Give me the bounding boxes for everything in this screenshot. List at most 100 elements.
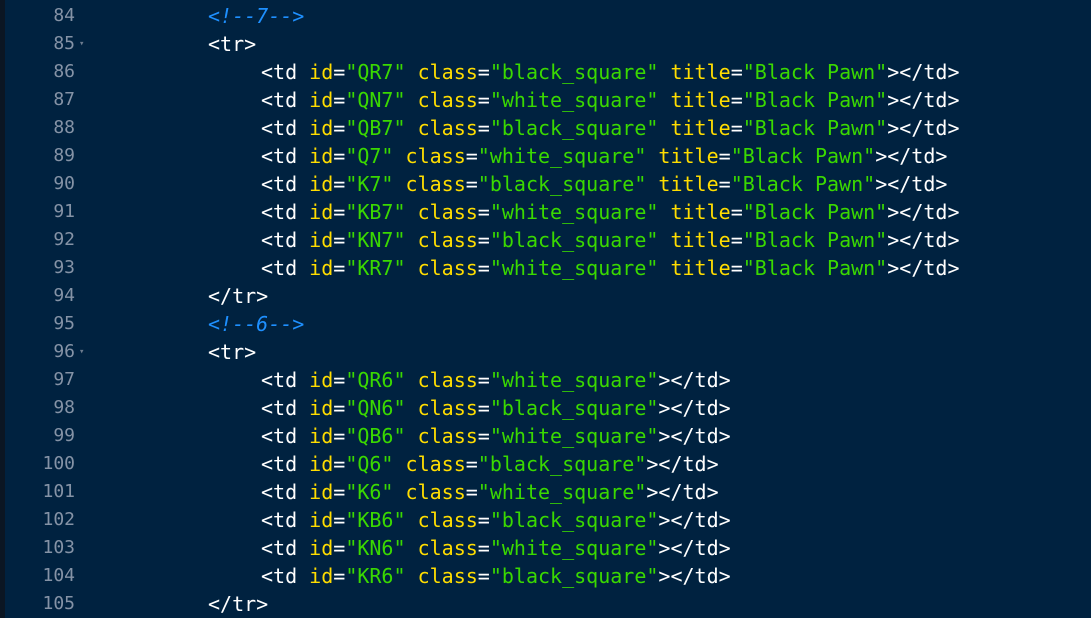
token-punct: = [333, 368, 346, 392]
token-comment: <!--7--> [208, 4, 305, 28]
code-line[interactable]: 97 <td id="QR6" class="white_square"></td… [0, 366, 1091, 394]
token-str: "QR6" [345, 368, 406, 392]
token-tag: <td [261, 452, 298, 476]
code-line[interactable]: 92 <td id="KN7" class="black_square" titl… [0, 226, 1091, 254]
token-punct: = [333, 536, 346, 560]
code-text: <td id="KB6" class="black_square"></td> [261, 506, 731, 534]
token-str: "black_square" [489, 60, 659, 84]
token-sp [297, 172, 309, 196]
code-line[interactable]: 99 <td id="QB6" class="white_square"></td… [0, 422, 1091, 450]
line-number: 89 [53, 145, 75, 166]
line-number: 96 [53, 341, 75, 362]
code-line[interactable]: 98 <td id="QN6" class="black_square"></td… [0, 394, 1091, 422]
code-line[interactable]: 101 <td id="K6" class="white_square"></td… [0, 478, 1091, 506]
code-line[interactable]: 93 <td id="KR7" class="white_square" titl… [0, 254, 1091, 282]
token-attr: title [670, 88, 731, 112]
token-attr: title [670, 116, 731, 140]
token-tag: ></td> [646, 452, 719, 476]
code-line[interactable]: 86 <td id="QR7" class="black_square" titl… [0, 58, 1091, 86]
token-attr: class [417, 228, 478, 252]
token-str: "Black Pawn" [730, 172, 876, 196]
code-text: <!--6--> [208, 310, 304, 338]
token-punct: = [465, 452, 478, 476]
token-attr: class [417, 88, 478, 112]
token-tag: ></td> [658, 368, 731, 392]
token-comment: <!--6--> [208, 312, 305, 336]
token-str: "black_square" [477, 452, 647, 476]
code-text: <td id="KR7" class="white_square" title=… [261, 254, 959, 282]
token-punct: = [477, 60, 490, 84]
token-tag: ></td> [887, 60, 960, 84]
token-sp [297, 396, 309, 420]
code-line[interactable]: 85 ▾ <tr> [0, 30, 1091, 58]
code-line[interactable]: 91 <td id="KB7" class="white_square" titl… [0, 198, 1091, 226]
token-attr: class [417, 116, 478, 140]
line-number: 93 [53, 257, 75, 278]
code-line[interactable]: 87 <td id="QN7" class="white_square" titl… [0, 86, 1091, 114]
token-tag: <td [261, 368, 298, 392]
token-attr: id [309, 200, 334, 224]
code-line[interactable]: 103 <td id="KN6" class="white_square"></t… [0, 534, 1091, 562]
token-tag: ></td> [658, 424, 731, 448]
token-punct: = [333, 396, 346, 420]
token-sp [297, 228, 309, 252]
code-text: <tr> [208, 30, 256, 58]
code-line[interactable]: 100 <td id="Q6" class="black_square"></td… [0, 450, 1091, 478]
token-sp [658, 256, 670, 280]
fold-arrow-icon[interactable]: ▾ [79, 30, 84, 58]
code-editor[interactable]: 84 <!--7--> 85 ▾ <tr> 86 <td id="QR7" class="b… [0, 0, 1091, 618]
code-text: </tr> [208, 282, 268, 310]
token-punct: = [477, 564, 490, 588]
token-attr: id [309, 368, 334, 392]
code-line[interactable]: 102 <td id="KB6" class="black_square"></t… [0, 506, 1091, 534]
token-punct: = [333, 452, 346, 476]
token-punct: = [730, 200, 743, 224]
token-punct: = [477, 396, 490, 420]
token-punct: = [477, 200, 490, 224]
token-sp [406, 228, 418, 252]
token-str: "white_square" [489, 200, 659, 224]
line-number: 95 [53, 313, 75, 334]
code-line[interactable]: 90 <td id="K7" class="black_square" title… [0, 170, 1091, 198]
token-attr: title [670, 256, 731, 280]
token-punct: = [477, 424, 490, 448]
token-attr: id [309, 172, 334, 196]
token-attr: id [309, 228, 334, 252]
token-punct: = [730, 256, 743, 280]
token-tag: <tr> [208, 340, 257, 364]
token-sp [406, 536, 418, 560]
code-line[interactable]: 94 </tr> [0, 282, 1091, 310]
token-attr: class [417, 256, 478, 280]
token-tag: <td [261, 200, 298, 224]
token-sp [406, 200, 418, 224]
code-line[interactable]: 84 <!--7--> [0, 2, 1091, 30]
token-tag: <td [261, 88, 298, 112]
token-punct: = [333, 200, 346, 224]
token-punct: = [730, 88, 743, 112]
line-number: 94 [53, 285, 75, 306]
token-str: "Black Pawn" [742, 116, 888, 140]
token-tag: <tr> [208, 32, 257, 56]
line-number: 88 [53, 117, 75, 138]
token-tag: <td [261, 424, 298, 448]
token-attr: id [309, 116, 334, 140]
line-number: 103 [42, 537, 75, 558]
token-attr: id [309, 60, 334, 84]
token-punct: = [333, 144, 346, 168]
code-line[interactable]: 104 <td id="KR6" class="black_square"></t… [0, 562, 1091, 590]
token-attr: title [670, 60, 731, 84]
code-line[interactable]: 95 <!--6--> [0, 310, 1091, 338]
fold-arrow-icon[interactable]: ▾ [79, 338, 84, 366]
code-line[interactable]: 89 <td id="Q7" class="white_square" title… [0, 142, 1091, 170]
code-text: <td id="KR6" class="black_square"></td> [261, 562, 731, 590]
line-number: 90 [53, 173, 75, 194]
token-attr: title [670, 228, 731, 252]
token-attr: class [417, 508, 478, 532]
token-sp [297, 144, 309, 168]
code-line[interactable]: 105 </tr> [0, 590, 1091, 618]
token-attr: class [417, 564, 478, 588]
code-line[interactable]: 96 ▾ <tr> [0, 338, 1091, 366]
token-attr: id [309, 536, 334, 560]
token-sp [393, 172, 405, 196]
code-line[interactable]: 88 <td id="QB7" class="black_square" titl… [0, 114, 1091, 142]
